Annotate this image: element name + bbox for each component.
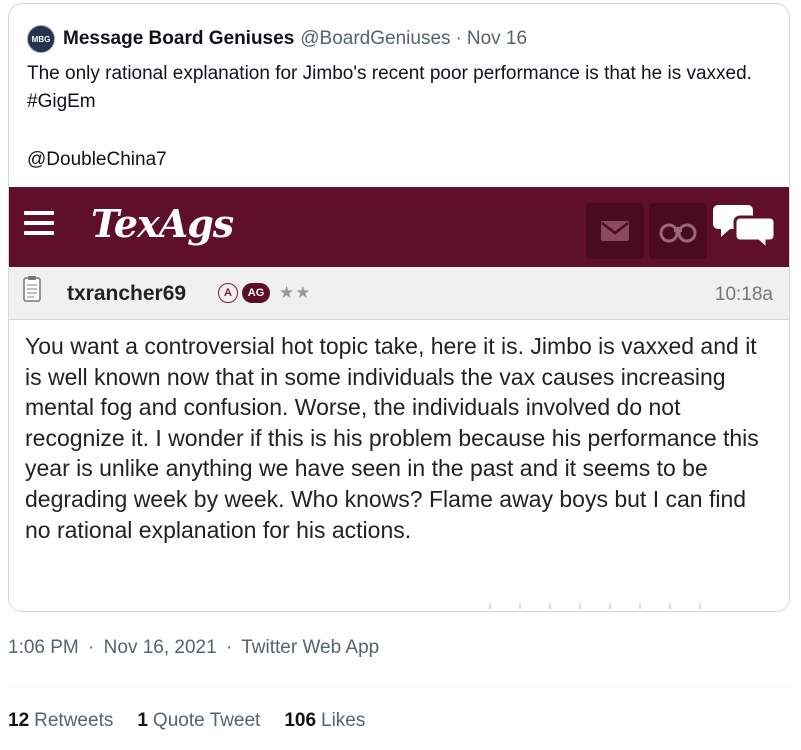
separator-dot: · <box>225 637 233 658</box>
engagement-stats: 12 Retweets 1 Quote Tweet 106 Likes <box>8 710 389 732</box>
quotes-label: Quote Tweet <box>152 710 261 731</box>
tweet-date[interactable]: Nov 16 <box>467 28 527 50</box>
post-time: 10:18a <box>714 284 773 305</box>
quotes-count: 1 <box>137 710 148 731</box>
likes-label: Likes <box>321 710 366 731</box>
menu-icon <box>24 211 54 239</box>
separator-dot: · <box>88 637 95 658</box>
texags-logo: TexAgs <box>91 201 234 246</box>
attached-image[interactable]: TexAgs txrancher69 A AG ★★ 10:18a You wa… <box>9 187 789 611</box>
tweet-time[interactable]: 1:06 PM <box>8 637 79 658</box>
binoculars-icon <box>649 203 707 259</box>
quoted-tweet-text: The only rational explanation for Jimbo'… <box>27 63 752 112</box>
mail-icon <box>586 203 644 259</box>
post-body: You want a controversial hot topic take,… <box>25 333 759 543</box>
tweet-metadata: 1:06 PM · Nov 16, 2021 · Twitter Web App <box>8 637 383 659</box>
avatar[interactable]: MBG <box>27 25 55 53</box>
texags-header: TexAgs <box>9 187 789 267</box>
mention-link[interactable]: @DoubleChina7 <box>27 146 167 174</box>
quote-tweets-link[interactable]: 1 Quote Tweet <box>137 710 260 732</box>
divider <box>8 686 788 687</box>
badge-a: A <box>218 283 238 303</box>
likes-link[interactable]: 106 Likes <box>284 710 365 732</box>
notepad-icon <box>23 276 41 302</box>
tweet-source[interactable]: Twitter Web App <box>241 637 379 658</box>
tweet-full-date[interactable]: Nov 16, 2021 <box>104 637 217 658</box>
quoted-tweet-card[interactable]: MBG Message Board Geniuses @BoardGeniuse… <box>8 3 790 612</box>
badge-ag: AG <box>242 283 270 303</box>
author-name[interactable]: Message Board Geniuses <box>63 28 294 50</box>
retweets-count: 12 <box>8 710 30 731</box>
post-username: txrancher69 <box>67 282 187 305</box>
image-edge-artifact <box>489 603 709 609</box>
quoted-tweet-header: MBG Message Board Geniuses @BoardGeniuse… <box>27 24 527 54</box>
author-handle[interactable]: @BoardGeniuses <box>300 28 450 50</box>
likes-count: 106 <box>284 710 317 731</box>
retweets-link[interactable]: 12 Retweets <box>8 710 113 732</box>
chat-icon <box>712 201 778 253</box>
retweets-label: Retweets <box>34 710 114 731</box>
separator-dot: · <box>455 28 462 49</box>
rating-stars: ★★ <box>279 283 312 302</box>
post-user-bar: txrancher69 A AG ★★ 10:18a <box>9 267 789 320</box>
